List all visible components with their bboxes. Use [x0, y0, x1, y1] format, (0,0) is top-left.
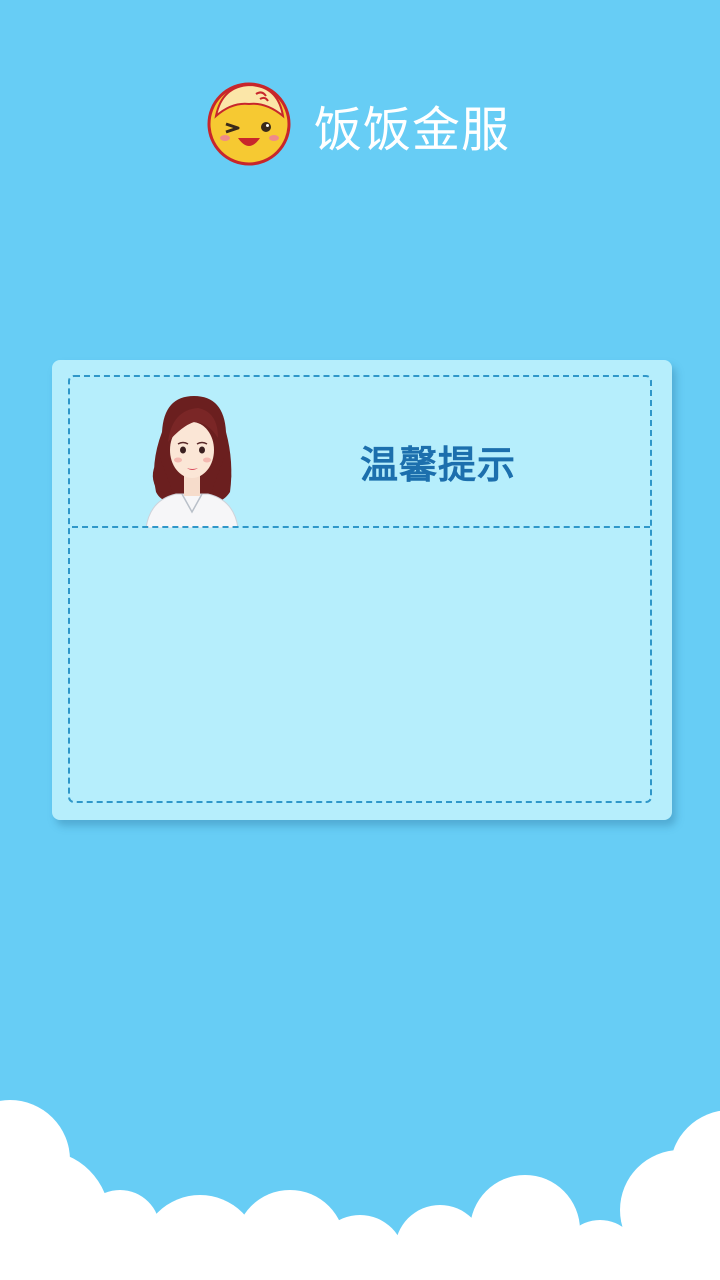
- app-title: 饭饭金服: [314, 102, 511, 158]
- woman-avatar-icon: [145, 396, 239, 528]
- mascot-logo-icon: [207, 82, 291, 166]
- dialog-title: 温馨提示: [360, 443, 517, 487]
- divider: [72, 526, 650, 528]
- tip-dialog-card: 温馨提示: [52, 360, 672, 820]
- clouds-decoration: [0, 1100, 720, 1280]
- header: 饭饭金服: [0, 0, 720, 260]
- dialog-message: [76, 532, 648, 794]
